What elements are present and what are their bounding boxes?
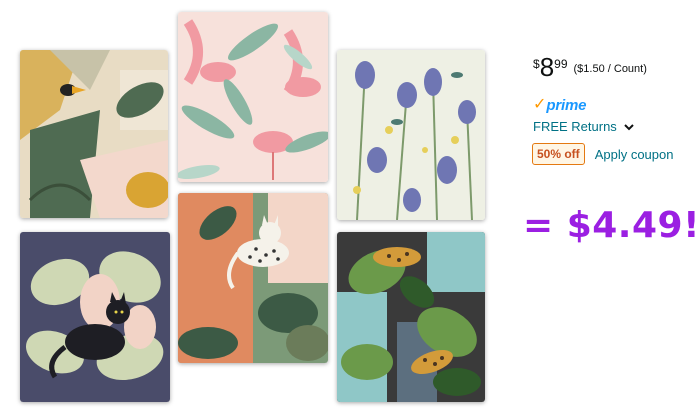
apply-coupon-link[interactable]: Apply coupon bbox=[595, 147, 674, 162]
prime-check-icon: ✓ bbox=[533, 96, 547, 113]
chevron-down-icon[interactable] bbox=[623, 121, 635, 133]
free-returns-label: FREE Returns bbox=[533, 119, 617, 134]
product-image-iris[interactable] bbox=[337, 50, 485, 220]
product-image-snow-leopard[interactable] bbox=[178, 193, 328, 363]
price-whole: 8 bbox=[539, 52, 555, 82]
unit-price: ($1.50 / Count) bbox=[573, 63, 647, 75]
free-returns-link[interactable]: FREE Returns bbox=[533, 119, 635, 134]
price-block: $ 8 99 ($1.50 / Count) bbox=[533, 54, 647, 80]
product-image-toucan[interactable] bbox=[20, 50, 168, 218]
price-currency: $ bbox=[533, 57, 540, 71]
coupon-row: 50% off Apply coupon bbox=[532, 143, 673, 165]
product-image-jungle-leopard[interactable] bbox=[337, 232, 485, 402]
prime-label: prime bbox=[546, 96, 587, 114]
price-fraction: 99 bbox=[554, 57, 568, 71]
prime-badge[interactable]: ✓ prime bbox=[533, 96, 586, 114]
discounted-price-annotation: = $4.49! bbox=[523, 205, 700, 246]
product-image-black-cat[interactable] bbox=[20, 232, 170, 402]
product-image-flamingo[interactable] bbox=[178, 12, 328, 182]
coupon-badge: 50% off bbox=[532, 143, 585, 165]
